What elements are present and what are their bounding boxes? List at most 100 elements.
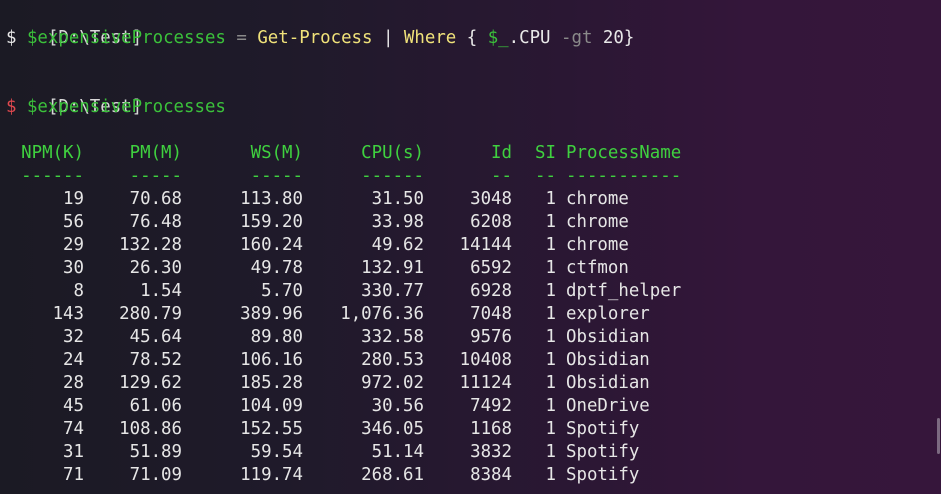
cell-si: 1 <box>545 396 556 416</box>
cell-npm: 24 <box>63 350 84 370</box>
cell-processname: ctfmon <box>566 258 629 278</box>
cell-processname: chrome <box>566 212 629 232</box>
cell-ws: 185.28 <box>240 373 303 393</box>
cell-npm: 19 <box>63 189 84 209</box>
cell-cpu: 972.02 <box>361 373 424 393</box>
cell-npm: 71 <box>63 465 84 485</box>
header-underline: -- <box>535 166 556 186</box>
header-underline: ------ <box>361 166 424 186</box>
column-header-cpu: CPU(s) <box>361 143 424 163</box>
cell-npm: 8 <box>73 281 84 301</box>
table-row: 71 71.09 119.74 268.61 8384 1 Spotify <box>6 464 681 487</box>
cell-ws: 49.78 <box>250 258 303 278</box>
cell-processname: Obsidian <box>566 327 650 347</box>
column-header-pm: PM(M) <box>129 143 182 163</box>
table-row: 8 1.54 5.70 330.77 6928 1 dptf_helper <box>6 280 682 303</box>
table-row: 31 51.89 59.54 51.14 3832 1 Spotify <box>6 441 681 464</box>
property-token: .CPU <box>508 28 561 48</box>
cell-si: 1 <box>545 442 556 462</box>
cell-si: 1 <box>545 281 556 301</box>
operator-token: -gt <box>561 28 593 48</box>
header-underline: ----- <box>250 166 303 186</box>
cell-cpu: 31.50 <box>371 189 424 209</box>
cell-pm: 51.89 <box>129 442 182 462</box>
cell-ws: 113.80 <box>240 189 303 209</box>
cell-pm: 129.62 <box>119 373 182 393</box>
cell-npm: 28 <box>63 373 84 393</box>
cell-processname: Obsidian <box>566 350 650 370</box>
cell-pm: 132.28 <box>119 235 182 255</box>
cell-pm: 280.79 <box>119 304 182 324</box>
pipeline-variable: $_ <box>487 28 509 48</box>
cell-id: 7492 <box>470 396 512 416</box>
pipe-operator: | <box>372 28 404 48</box>
command-line-2: $ $expensiveProcesses <box>6 96 941 119</box>
table-row: 24 78.52 106.16 280.53 10408 1 Obsidian <box>6 349 681 372</box>
cell-processname: chrome <box>566 235 629 255</box>
cell-processname: Spotify <box>566 442 640 462</box>
header-underline: ----------- <box>566 166 682 186</box>
scrollbar-thumb[interactable] <box>937 418 940 454</box>
cell-npm: 56 <box>63 212 84 232</box>
variable-token: $expensiveProcesses <box>26 97 226 117</box>
where-token: Where <box>403 28 457 48</box>
cell-id: 3048 <box>470 189 512 209</box>
cell-processname: chrome <box>566 189 629 209</box>
cell-si: 1 <box>545 212 556 232</box>
cell-pm: 26.30 <box>129 258 182 278</box>
cell-npm: 29 <box>63 235 84 255</box>
cell-processname: Obsidian <box>566 373 650 393</box>
cell-ws: 5.70 <box>261 281 303 301</box>
cell-cpu: 51.14 <box>371 442 424 462</box>
prompt-path-line-1: [D:\Test] <box>6 4 941 48</box>
cell-si: 1 <box>545 373 556 393</box>
cell-id: 11124 <box>459 373 512 393</box>
cell-npm: 32 <box>63 327 84 347</box>
prompt-symbol-error: $ <box>6 97 27 117</box>
cell-id: 1168 <box>470 419 512 439</box>
column-header-npm: NPM(K) <box>21 143 84 163</box>
cell-ws: 104.09 <box>240 396 303 416</box>
header-underline: -- <box>491 166 512 186</box>
cell-processname: explorer <box>566 304 650 324</box>
table-row: 74 108.86 152.55 346.05 1168 1 Spotify <box>6 418 681 441</box>
cell-id: 14144 <box>459 235 512 255</box>
variable-token: $expensiveProcesses <box>26 28 226 48</box>
cell-ws: 119.74 <box>240 465 303 485</box>
assign-operator: = <box>225 28 258 48</box>
cell-id: 8384 <box>470 465 512 485</box>
terminal-output[interactable]: [D:\Test] $ $expensiveProcesses = Get-Pr… <box>6 4 941 487</box>
cell-si: 1 <box>545 235 556 255</box>
table-row: 19 70.68 113.80 31.50 3048 1 chrome <box>6 188 681 211</box>
cell-pm: 70.68 <box>129 189 182 209</box>
cell-ws: 160.24 <box>240 235 303 255</box>
cell-id: 10408 <box>459 350 512 370</box>
cell-processname: OneDrive <box>566 396 650 416</box>
cell-pm: 1.54 <box>140 281 182 301</box>
cell-cpu: 332.58 <box>361 327 424 347</box>
cell-si: 1 <box>545 350 556 370</box>
cell-ws: 106.16 <box>240 350 303 370</box>
cell-si: 1 <box>545 258 556 278</box>
cell-cpu: 330.77 <box>361 281 424 301</box>
cell-processname: dptf_helper <box>566 281 682 301</box>
table-row: 29 132.28 160.24 49.62 14144 1 chrome <box>6 234 681 257</box>
cell-cpu: 49.62 <box>371 235 424 255</box>
cell-cpu: 280.53 <box>361 350 424 370</box>
cell-pm: 78.52 <box>129 350 182 370</box>
cell-si: 1 <box>545 419 556 439</box>
cell-id: 6208 <box>470 212 512 232</box>
cell-id: 3832 <box>470 442 512 462</box>
cell-ws: 89.80 <box>250 327 303 347</box>
header-underline: ------ <box>21 166 84 186</box>
column-header-si: SI <box>535 143 556 163</box>
table-row: 28 129.62 185.28 972.02 11124 1 Obsidian <box>6 372 681 395</box>
prompt-path-line-2: [D:\Test] <box>6 73 941 117</box>
cell-cpu: 30.56 <box>371 396 424 416</box>
open-brace: { <box>456 28 488 48</box>
cell-processname: Spotify <box>566 465 640 485</box>
cell-id: 6592 <box>470 258 512 278</box>
cell-si: 1 <box>545 189 556 209</box>
